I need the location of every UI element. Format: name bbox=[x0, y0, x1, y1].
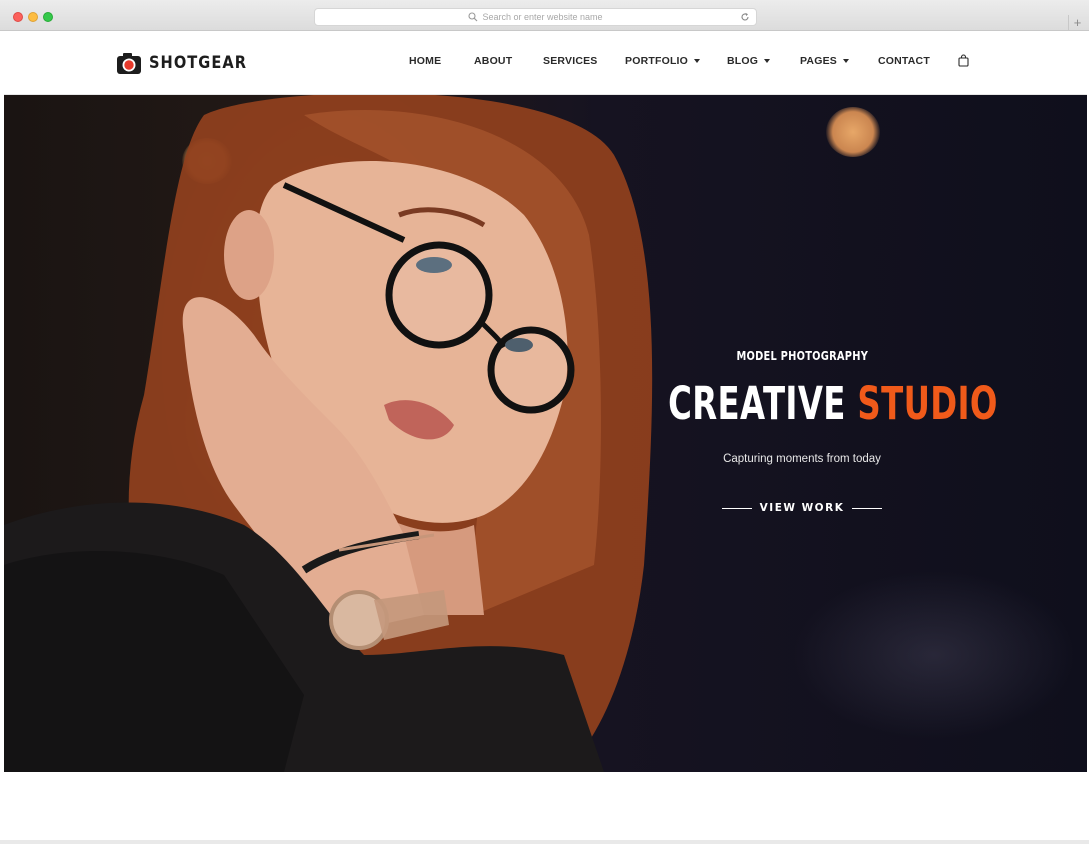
nav-services[interactable]: SERVICES bbox=[543, 55, 598, 67]
brand-logo[interactable]: SHOTGEAR bbox=[116, 50, 263, 76]
shopping-bag-icon[interactable] bbox=[958, 54, 969, 67]
window-bottom-edge bbox=[0, 840, 1089, 844]
chevron-down-icon bbox=[764, 59, 771, 63]
nav-pages-label: PAGES bbox=[800, 55, 837, 67]
nav-portfolio[interactable]: PORTFOLIO bbox=[625, 55, 701, 67]
brand-name: SHOTGEAR bbox=[149, 53, 247, 73]
nav-blog-label: BLOG bbox=[727, 55, 759, 67]
divider-line bbox=[852, 507, 883, 509]
camera-icon bbox=[117, 53, 141, 74]
nav-about-label: ABOUT bbox=[474, 55, 513, 67]
window-zoom-button[interactable] bbox=[43, 12, 53, 22]
browser-toolbar: Search or enter website name + bbox=[0, 0, 1089, 31]
hero-eyebrow-text: MODEL PHOTOGRAPHY bbox=[736, 349, 868, 363]
hero-banner: MODEL PHOTOGRAPHY CREATIVE STUDIO Captur… bbox=[4, 95, 1087, 772]
search-icon bbox=[468, 12, 478, 22]
hero-portrait-image bbox=[4, 95, 653, 772]
window-minimize-button[interactable] bbox=[28, 12, 38, 22]
address-bar-placeholder: Search or enter website name bbox=[482, 12, 603, 22]
headline-primary: CREATIVE bbox=[668, 377, 846, 430]
nav-portfolio-label: PORTFOLIO bbox=[625, 55, 689, 67]
divider-line bbox=[721, 507, 752, 509]
nav-pages[interactable]: PAGES bbox=[800, 55, 849, 67]
nav-about[interactable]: ABOUT bbox=[474, 55, 512, 67]
nav-services-label: SERVICES bbox=[543, 55, 598, 67]
nav-home-label: HOME bbox=[409, 55, 442, 67]
nav-blog[interactable]: BLOG bbox=[727, 55, 771, 67]
chevron-down-icon bbox=[842, 59, 849, 63]
hero-eyebrow: MODEL PHOTOGRAPHY bbox=[604, 349, 1000, 363]
hero-content: MODEL PHOTOGRAPHY CREATIVE STUDIO Captur… bbox=[604, 95, 1000, 772]
website: SHOTGEAR HOME ABOUT SERVICES PORTFOLIO B… bbox=[4, 31, 1087, 840]
view-work-label: VIEW WORK bbox=[759, 502, 845, 514]
window-close-button[interactable] bbox=[13, 12, 23, 22]
headline-accent: STUDIO bbox=[857, 377, 998, 430]
nav-contact-label: CONTACT bbox=[878, 55, 930, 67]
hero-headline: CREATIVE STUDIO bbox=[604, 377, 1000, 430]
nav-contact[interactable]: CONTACT bbox=[878, 55, 930, 67]
new-tab-button[interactable]: + bbox=[1068, 15, 1086, 30]
reload-icon[interactable] bbox=[740, 12, 750, 22]
address-bar[interactable]: Search or enter website name bbox=[314, 8, 757, 26]
next-section bbox=[4, 772, 1087, 840]
nav-home[interactable]: HOME bbox=[409, 55, 441, 67]
chevron-down-icon bbox=[694, 59, 701, 63]
site-header: SHOTGEAR HOME ABOUT SERVICES PORTFOLIO B… bbox=[4, 31, 1087, 95]
view-work-button[interactable]: VIEW WORK bbox=[604, 501, 1000, 515]
hero-tagline: Capturing moments from today bbox=[723, 453, 881, 465]
